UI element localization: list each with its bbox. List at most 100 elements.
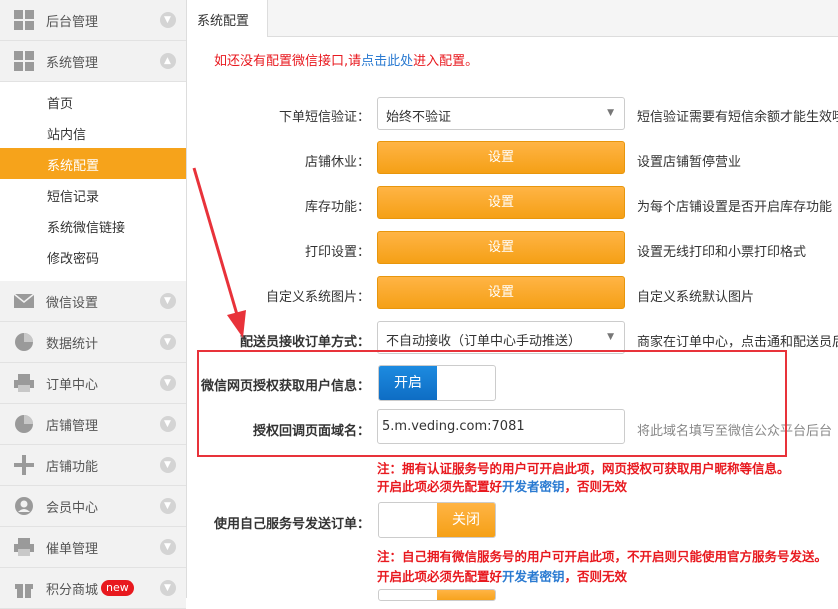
tab-bar [187, 0, 838, 37]
chevron-down-icon[interactable]: ▼ [160, 375, 176, 391]
sidebar-item-home[interactable]: 首页 [0, 86, 186, 117]
config-notice: 如还没有配置微信接口,请点击此处进入配置。 [214, 50, 478, 69]
sidebar-item-wechat-links[interactable]: 系统微信链接 [0, 210, 186, 241]
developer-key-link[interactable]: 开发者密钥 [502, 479, 565, 494]
stock-button[interactable]: 设置 [377, 186, 625, 219]
printer-icon [14, 538, 34, 556]
notice-text: 进入配置。 [413, 54, 479, 69]
plus-icon [14, 455, 34, 475]
tab-system-config[interactable]: 系统配置 [187, 0, 268, 37]
pie-icon [15, 333, 33, 351]
sidebar-group-shop[interactable]: 店铺管理 ▼ [0, 404, 186, 445]
sidebar-item-label: 修改密码 [47, 252, 100, 267]
print-hint: 设置无线打印和小票打印格式 [637, 245, 807, 260]
own-service-toggle[interactable]: 关闭 [378, 502, 496, 538]
annotation-arrow-icon [192, 167, 246, 338]
sidebar-group-backend[interactable]: 后台管理 ▼ [0, 0, 186, 41]
sidebar-item-label: 系统微信链接 [47, 221, 126, 236]
custom-image-button[interactable]: 设置 [377, 276, 625, 309]
toggle-off [437, 590, 495, 600]
arrow-glyph: ▼ [164, 419, 171, 429]
grid-icon [14, 10, 34, 30]
developer-key-link[interactable]: 开发者密钥 [502, 569, 565, 584]
sidebar-group-points-mall[interactable]: 积分商城 new ▼ [0, 568, 186, 609]
sidebar-group-label: 会员中心 [46, 501, 99, 516]
sidebar-group-label: 积分商城 [46, 583, 99, 598]
dropdown-arrow-icon: ▼ [607, 108, 614, 118]
grid-icon [14, 51, 34, 71]
chevron-up-icon[interactable]: ▲ [160, 53, 176, 69]
oauth-note: 注：拥有认证服务号的用户可开启此项，网页授权可获取用户昵称等信息。 [377, 461, 790, 476]
shop-rest-hint: 设置店铺暂停营业 [637, 155, 742, 170]
sidebar-group-wechat[interactable]: 微信设置 ▼ [0, 281, 186, 322]
sidebar-item-label: 短信记录 [47, 190, 100, 205]
print-button[interactable]: 设置 [377, 231, 625, 264]
toggle-off: 关闭 [437, 503, 495, 537]
arrow-glyph: ▼ [164, 583, 171, 593]
arrow-glyph: ▼ [164, 296, 171, 306]
sidebar-group-label: 店铺功能 [46, 460, 99, 475]
custom-image-hint: 自定义系统默认图片 [637, 290, 755, 305]
sidebar: 后台管理 ▼ 系统管理 ▲ 首页 站内信 系统配置 短信记录 系统微信链接 修改… [0, 0, 187, 609]
select-value: 不自动接收（订单中心手动推送） [386, 334, 582, 349]
note-text: ，否则无效 [564, 479, 628, 494]
sidebar-item-system-config[interactable]: 系统配置 [0, 148, 186, 179]
sidebar-item-change-password[interactable]: 修改密码 [0, 241, 186, 272]
stock-hint: 为每个店铺设置是否开启库存功能 [637, 200, 833, 215]
sidebar-group-orders[interactable]: 订单中心 ▼ [0, 363, 186, 404]
sidebar-item-sms-records[interactable]: 短信记录 [0, 179, 186, 210]
oauth-note-2: 开启此项必须先配置好开发者密钥，否则无效 [377, 476, 627, 495]
sidebar-group-label: 后台管理 [46, 15, 99, 30]
annotation-box [197, 350, 787, 457]
sms-verify-hint: 短信验证需要有短信余额才能生效哦 [637, 110, 838, 125]
chevron-down-icon[interactable]: ▼ [160, 457, 176, 473]
mail-icon [14, 293, 34, 308]
sidebar-item-messages[interactable]: 站内信 [0, 117, 186, 148]
sidebar-item-label: 站内信 [47, 128, 87, 143]
own-service-label: 使用自己服务号发送订单： [213, 517, 370, 532]
arrow-glyph: ▲ [164, 56, 171, 66]
sidebar-group-reminders[interactable]: 催单管理 ▼ [0, 527, 186, 568]
note-text: 开启此项必须先配置好 [377, 569, 503, 584]
sidebar-group-shop-functions[interactable]: 店铺功能 ▼ [0, 445, 186, 486]
select-value: 始终不验证 [386, 110, 452, 125]
arrow-glyph: ▼ [164, 378, 171, 388]
chevron-down-icon[interactable]: ▼ [160, 539, 176, 555]
courier-mode-hint: 商家在订单中心，点击通和配送员后 [637, 335, 838, 350]
chevron-down-icon[interactable]: ▼ [160, 293, 176, 309]
chevron-down-icon[interactable]: ▼ [160, 416, 176, 432]
arrow-glyph: ▼ [164, 542, 171, 552]
new-badge: new [101, 580, 134, 596]
chevron-down-icon[interactable]: ▼ [160, 580, 176, 596]
chevron-down-icon[interactable]: ▼ [160, 334, 176, 350]
notice-link[interactable]: 点击此处 [361, 54, 413, 69]
sidebar-group-label: 订单中心 [46, 378, 99, 393]
note-text: 开启此项必须先配置好 [377, 479, 503, 494]
notice-text: 如还没有配置微信接口,请 [214, 54, 362, 69]
sidebar-group-label: 微信设置 [46, 296, 99, 311]
note-text: ，否则无效 [564, 569, 628, 584]
dropdown-arrow-icon: ▼ [607, 332, 614, 342]
gift-icon [15, 584, 33, 598]
sms-verify-label: 下单短信验证： [278, 110, 370, 125]
printer-icon [14, 374, 34, 392]
sidebar-item-label: 首页 [47, 97, 74, 112]
arrow-glyph: ▼ [164, 460, 171, 470]
own-service-note-2: 开启此项必须先配置好开发者密钥，否则无效 [377, 566, 627, 585]
sms-verify-select[interactable]: 始终不验证 ▼ [377, 97, 625, 130]
sidebar-group-label: 催单管理 [46, 542, 99, 557]
next-toggle[interactable] [378, 589, 496, 601]
chevron-down-icon[interactable]: ▼ [160, 12, 176, 28]
arrow-glyph: ▼ [164, 15, 171, 25]
sidebar-group-members[interactable]: 会员中心 ▼ [0, 486, 186, 527]
sidebar-group-label: 店铺管理 [46, 419, 99, 434]
sidebar-group-stats[interactable]: 数据统计 ▼ [0, 322, 186, 363]
sidebar-group-label: 系统管理 [46, 56, 99, 71]
arrow-glyph: ▼ [164, 337, 171, 347]
sidebar-group-label: 数据统计 [46, 337, 99, 352]
shop-rest-button[interactable]: 设置 [377, 141, 625, 174]
own-service-note: 注：自己拥有微信服务号的用户可开启此项，不开启则只能使用官方服务号发送。 [377, 549, 828, 564]
sidebar-item-label: 系统配置 [47, 159, 100, 174]
chevron-down-icon[interactable]: ▼ [160, 498, 176, 514]
sidebar-group-system[interactable]: 系统管理 ▲ [0, 41, 186, 82]
